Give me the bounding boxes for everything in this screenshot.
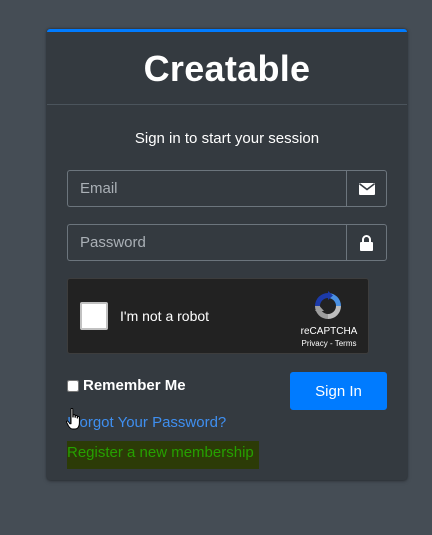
card-header: Creatable [47,32,407,105]
recaptcha-label: I'm not a robot [120,308,210,324]
lock-icon [360,234,373,251]
recaptcha-brand: reCAPTCHA [300,326,358,337]
password-addon [346,224,387,261]
envelope-icon [358,182,375,195]
login-card: Creatable Sign in to start your session … [47,29,407,480]
password-input-group [67,224,387,261]
remember-me: Remember Me [67,377,186,394]
recaptcha-logo-icon [315,291,341,319]
recaptcha-checkbox[interactable] [80,302,108,330]
brand-logo-text[interactable]: Creatable [144,48,311,90]
login-box-message: Sign in to start your session [134,130,320,147]
sign-in-button[interactable]: Sign In [290,372,387,410]
hand-cursor-icon [66,408,80,430]
remember-me-label[interactable]: Remember Me [83,377,186,394]
password-field[interactable] [67,224,346,261]
forgot-password-link[interactable]: I forgot Your Password? [67,414,226,431]
recaptcha-widget: I'm not a robot reCAPTCHA Privacy - Term… [67,278,369,354]
email-field[interactable] [67,170,346,207]
recaptcha-privacy-terms[interactable]: Privacy - Terms [282,339,376,348]
email-input-group [67,170,387,207]
register-link[interactable]: Register a new membership [67,441,259,469]
email-addon [346,170,387,207]
remember-me-checkbox[interactable] [67,379,79,392]
